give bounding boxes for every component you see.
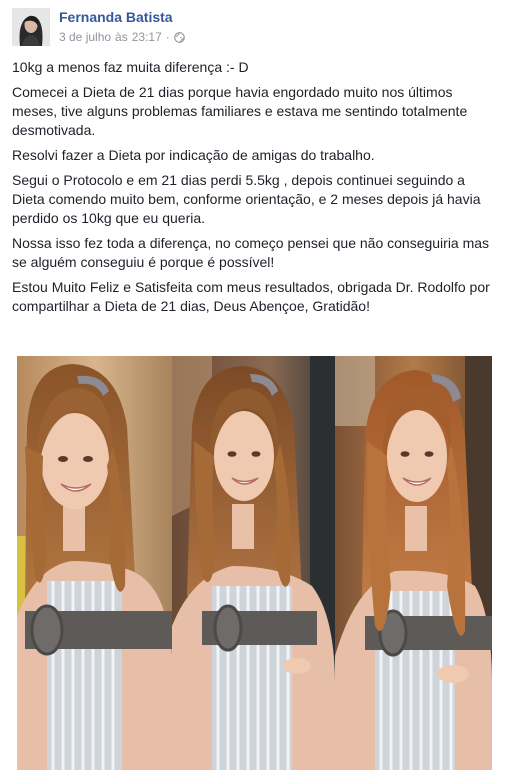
post-date[interactable]: 3 de julho [59,30,111,44]
photo-panel-before [17,356,172,770]
facebook-post: Fernanda Batista 3 de julho às 23:17 · 1… [0,0,509,779]
avatar-photo [12,8,50,46]
post-time-prefix: às [115,30,128,44]
meta-separator: · [165,30,170,44]
author-avatar[interactable] [12,8,50,46]
post-paragraph-6: Estou Muito Feliz e Satisfeita com meus … [12,279,490,314]
post-paragraph-1: 10kg a menos faz muita diferença :- D [12,59,249,75]
author-name[interactable]: Fernanda Batista [59,9,173,25]
post-time[interactable]: 23:17 [132,30,162,44]
post-text: 10kg a menos faz muita diferença :- D Co… [12,58,492,322]
post-paragraph-4: Segui o Protocolo e em 21 dias perdi 5.5… [12,172,481,226]
globe-icon[interactable] [173,31,185,43]
post-paragraph-5: Nossa isso fez toda a diferença, no come… [12,235,490,270]
photo-panel-during [172,356,335,770]
post-paragraph-2: Comecei a Dieta de 21 dias porque havia … [12,84,468,138]
photo-panel-after [335,356,492,770]
post-photo[interactable] [17,356,492,770]
post-paragraph-3: Resolvi fazer a Dieta por indicação de a… [12,147,375,163]
post-meta: 3 de julho às 23:17 · [59,30,185,44]
